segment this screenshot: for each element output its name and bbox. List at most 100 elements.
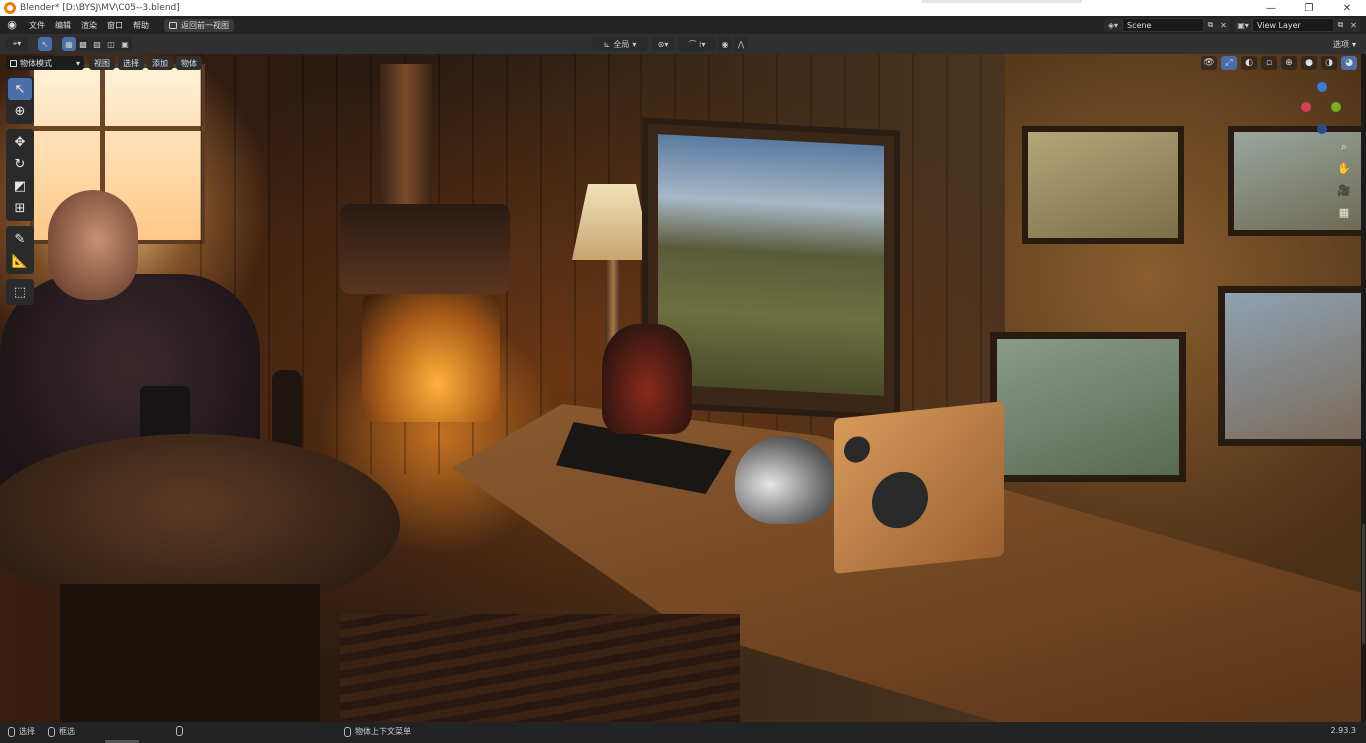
pivot-point-icon[interactable]: ⊛▾	[652, 37, 674, 51]
pan-hand-icon[interactable]: ✋	[1337, 162, 1351, 176]
view-layer-name-field[interactable]: View Layer	[1252, 18, 1334, 32]
xray-icon[interactable]: ▫	[1261, 56, 1277, 70]
add-cube-icon[interactable]: ⬚	[8, 281, 32, 303]
select-mode-new-icon[interactable]: ▦	[62, 37, 76, 51]
transform-icon[interactable]: ⊞	[8, 197, 32, 219]
select-mode-extend-icon[interactable]: ▩	[76, 37, 90, 51]
visibility-icon[interactable]: 👁	[1201, 56, 1217, 70]
menu-file[interactable]: 文件	[24, 20, 50, 31]
right-mouse-icon	[344, 726, 351, 737]
gizmo-toggle-icon[interactable]: ⤢	[1221, 56, 1237, 70]
orientation-icon: ⊾	[603, 39, 611, 49]
overlay-toggle-icon[interactable]: ◐	[1241, 56, 1257, 70]
scene-remove-icon[interactable]: ✕	[1217, 18, 1230, 32]
select-mode-intersect-icon[interactable]: ▣	[118, 37, 132, 51]
z-axis-icon[interactable]	[1317, 82, 1327, 92]
status-version: 2.93.3	[1331, 726, 1356, 735]
minimize-button[interactable]: —	[1252, 0, 1290, 16]
menu-bar: ◉ 文件 编辑 渲染 窗口 帮助 返回前一视图 ◈▾ Scene ⧉ ✕ ▣▾ …	[0, 16, 1366, 34]
zoom-icon[interactable]: ⌕	[1337, 140, 1351, 154]
table-base	[60, 584, 320, 722]
camera-icon[interactable]: 🎥	[1337, 184, 1351, 198]
stove-hood	[340, 204, 510, 294]
speaker-woofer	[872, 469, 928, 531]
select-mode-invert-icon[interactable]: ◫	[104, 37, 118, 51]
speaker-tweeter	[844, 435, 870, 464]
menu-window[interactable]: 窗口	[102, 20, 128, 31]
blender-logo-icon	[4, 2, 16, 14]
menu-render[interactable]: 渲染	[76, 20, 102, 31]
move-icon[interactable]: ✥	[8, 131, 32, 153]
window-title-bar: Blender* [D:\BYSJ\MV\C05--3.blend] — ❐ ✕	[0, 0, 1366, 16]
select-tool-icon[interactable]: ↖	[38, 37, 52, 51]
scene-name-field[interactable]: Scene	[1122, 18, 1204, 32]
navigation-gizmo[interactable]	[1299, 82, 1347, 138]
view-layer-selector[interactable]: ▣▾ View Layer ⧉ ✕	[1234, 18, 1360, 32]
screen-icon	[169, 21, 177, 29]
select-mode-subtract-icon[interactable]: ▨	[90, 37, 104, 51]
stove-fire	[362, 294, 500, 422]
scene-selector[interactable]: ◈▾ Scene ⧉ ✕	[1104, 18, 1230, 32]
rendered-shading-icon[interactable]: ◕	[1341, 56, 1357, 70]
status-context-menu: 物体上下文菜单	[344, 726, 411, 737]
orientation-label: 全局	[613, 39, 630, 49]
viewport-menu-object[interactable]: 物体	[176, 56, 202, 70]
snap-icon[interactable]: ⌒ ⁞▾	[678, 37, 716, 51]
menu-edit[interactable]: 编辑	[50, 20, 76, 31]
viewport-menu-add[interactable]: 添加	[147, 56, 173, 70]
title-bar-strip	[922, 0, 1082, 3]
interaction-mode-label: 物体模式	[20, 58, 52, 68]
scene-icon: ◈▾	[1104, 18, 1122, 32]
scrollbar-thumb[interactable]	[1362, 524, 1365, 644]
tv-screen-landscape	[658, 134, 884, 396]
scene-new-icon[interactable]: ⧉	[1204, 18, 1217, 32]
scale-icon[interactable]: ◩	[8, 175, 32, 197]
floor	[340, 614, 740, 722]
person-head	[48, 190, 138, 300]
object-mode-icon	[10, 59, 17, 67]
viewport-display-tools: 👁 ⤢ ◐ ▫ ⊕ ● ◑ ◕	[1201, 56, 1357, 70]
proportional-edit-icon[interactable]: ◉	[718, 37, 732, 51]
neg-z-axis-icon[interactable]	[1317, 124, 1327, 134]
back-to-previous-button[interactable]: 返回前一视图	[164, 18, 234, 32]
options-dropdown[interactable]: 选项 ▾	[1333, 37, 1356, 51]
solid-shading-icon[interactable]: ●	[1301, 56, 1317, 70]
middle-mouse-icon	[176, 726, 183, 736]
view-layer-remove-icon[interactable]: ✕	[1347, 18, 1360, 32]
status-bar: 选择 框选 物体上下文菜单 2.93.3	[0, 722, 1366, 743]
rotate-icon[interactable]: ↻	[8, 153, 32, 175]
chevron-down-icon: ▾	[1351, 39, 1356, 49]
view-layer-new-icon[interactable]: ⧉	[1334, 18, 1347, 32]
3d-cursor-icon[interactable]: ⊕	[8, 100, 32, 122]
restore-button[interactable]: ❐	[1290, 0, 1328, 16]
close-button[interactable]: ✕	[1328, 0, 1366, 16]
viewport-menu-view[interactable]: 视图	[89, 56, 115, 70]
status-box-select-label: 框选	[59, 727, 75, 736]
y-axis-icon[interactable]	[1331, 102, 1341, 112]
status-select-label: 选择	[19, 727, 35, 736]
version-label: 2.93.3	[1330, 726, 1356, 735]
select-cursor-icon[interactable]: ↖	[8, 78, 32, 100]
ortho-grid-icon[interactable]: ▦	[1337, 206, 1351, 220]
interaction-mode-dropdown[interactable]: 物体模式 ▾	[6, 56, 84, 70]
falloff-icon[interactable]: ⋀	[734, 37, 748, 51]
transform-orientation-dropdown[interactable]: ⊾ 全局 ▾	[592, 37, 648, 51]
material-shading-icon[interactable]: ◑	[1321, 56, 1337, 70]
3d-viewport[interactable]: 物体模式 ▾ 视图 选择 添加 物体 👁 ⤢ ◐ ▫ ⊕ ● ◑ ◕ ↖ ⊕ ✥…	[0, 54, 1361, 722]
editor-header: ⌖▾ ↖ ▦ ▩ ▨ ◫ ▣ ⊾ 全局 ▾ ⊛▾ ⌒ ⁞▾ ◉ ⋀ 选项 ▾	[0, 34, 1366, 54]
editor-type-icon[interactable]: ⌖▾	[6, 37, 28, 51]
menu-help[interactable]: 帮助	[128, 20, 154, 31]
wireframe-shading-icon[interactable]: ⊕	[1281, 56, 1297, 70]
chevron-down-icon: ▾	[75, 58, 80, 68]
viewport-menu-select[interactable]: 选择	[118, 56, 144, 70]
measure-icon[interactable]: 📐	[8, 250, 32, 272]
annotate-icon[interactable]: ✎	[8, 228, 32, 250]
drag-mouse-icon	[48, 726, 55, 737]
viewport-scrollbar[interactable]	[1361, 54, 1366, 722]
picture-frame-3	[990, 332, 1186, 482]
blender-menu-icon[interactable]: ◉	[6, 19, 18, 31]
tool-shelf: ↖ ⊕ ✥ ↻ ◩ ⊞ ✎ 📐 ⬚	[6, 76, 34, 310]
status-box-select: 框选	[48, 726, 75, 737]
window-transom	[30, 126, 205, 131]
x-axis-icon[interactable]	[1301, 102, 1311, 112]
